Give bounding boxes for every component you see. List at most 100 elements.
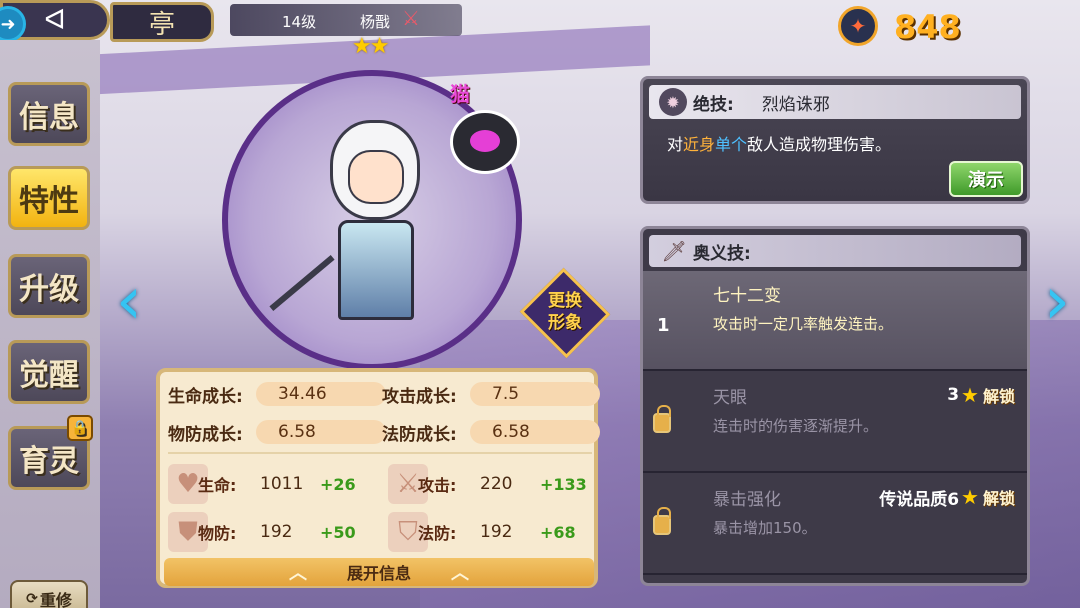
mystic-item[interactable]: 暴击强化 暴击增加150。 传说品质6 ★ 解锁	[643, 475, 1027, 575]
menu-traits-button[interactable]: 特性	[8, 166, 90, 230]
change-look-label[interactable]: 更换 形象	[530, 290, 600, 334]
growth-value: 7.5	[470, 382, 600, 406]
mystic-desc: 暴击增加150。	[713, 519, 817, 537]
menu-nurture-label: 育灵	[19, 444, 79, 479]
growth-mdef-row: 法防成长: 6.58	[382, 418, 600, 446]
growth-label: 法防成长:	[382, 424, 457, 445]
desc-highlight: 单个	[715, 135, 748, 154]
growth-pdef-row: 物防成长: 6.58	[168, 418, 386, 446]
expand-info-label: 展开信息	[346, 564, 411, 583]
mystic-name: 七十二变	[713, 286, 781, 306]
divider	[168, 452, 592, 454]
attr-bonus: +68	[540, 522, 576, 542]
exit-arrow-icon: ➜	[0, 13, 16, 35]
attr-value: 192	[260, 522, 293, 542]
growth-label: 生命成长:	[168, 386, 243, 407]
skill-name: 烈焰诛邪	[761, 94, 830, 115]
mystic-item[interactable]: 1 七十二变 攻击时一定几率触发连击。	[643, 271, 1027, 371]
demo-button[interactable]: 演示	[949, 161, 1023, 197]
blade-icon: 🗡	[661, 239, 687, 263]
rebuild-button[interactable]: ⟳ 重修	[10, 580, 88, 608]
hero-name: 杨戬	[360, 13, 391, 31]
star-icon: ★	[961, 383, 979, 407]
star-icon: ★	[961, 485, 979, 509]
mystic-desc: 连击时的伤害逐渐提升。	[713, 417, 879, 435]
attr-label: 生命:	[198, 476, 237, 495]
mystic-item[interactable]: 天眼 连击时的伤害逐渐提升。 3 ★ 解锁	[643, 373, 1027, 473]
menu-upgrade-label: 升级	[19, 272, 79, 307]
attr-bonus: +50	[320, 522, 356, 542]
attr-mdef-row: ⛉ 法防: 192 +68	[388, 512, 590, 552]
currency-display: ✦ 848	[838, 6, 998, 46]
mystic-desc: 攻击时一定几率触发连击。	[713, 315, 894, 333]
attr-value: 220	[480, 474, 513, 494]
menu-info-button[interactable]: 信息	[8, 82, 90, 146]
rebuild-label: 重修	[39, 591, 72, 608]
menu-nurture-button[interactable]: 育灵 🔒	[8, 415, 93, 490]
attr-pdef-row: ⛊ 物防: 192 +50	[168, 512, 370, 552]
mystic-skills-panel: 🗡 奥义技: 1 七十二变 攻击时一定几率触发连击。 天眼 连击时的伤害逐渐提升…	[640, 226, 1030, 586]
next-hero-arrow[interactable]: ›	[1040, 260, 1074, 340]
skill-header: ✹ 绝技: 烈焰诛邪	[649, 85, 1021, 119]
hero-body	[338, 220, 414, 320]
currency-value: 848	[894, 8, 961, 46]
attr-label: 法防:	[418, 524, 457, 543]
hero-header: 14级 杨戬 ⚔	[230, 4, 462, 36]
attr-label: 物防:	[198, 524, 237, 543]
menu-upgrade-button[interactable]: 升级	[8, 254, 90, 318]
desc-text: 对	[667, 135, 684, 154]
chevron-up-icon: ︿	[288, 563, 307, 584]
unlock-text: 解锁	[982, 489, 1015, 508]
attr-bonus: +133	[540, 474, 587, 494]
desc-text: 敌人造成物理伤害。	[747, 135, 892, 154]
skill-description: 对近身单个敌人造成物理伤害。	[667, 131, 891, 155]
unlock-requirement: 传说品质6 ★ 解锁	[787, 483, 1027, 511]
hero-level: 14级	[282, 13, 317, 31]
attr-value: 192	[480, 522, 513, 542]
refresh-icon: ⟳	[26, 591, 38, 607]
back-arrow-icon: ᐊ	[44, 3, 66, 36]
attr-hp-row: ♥ 生命: 1011 +26	[168, 464, 370, 504]
pavilion-icon: 亭	[148, 9, 175, 40]
mystic-label: 奥义技:	[693, 243, 751, 264]
mystic-name: 暴击强化	[713, 490, 781, 510]
left-menu: 信息 特性 升级 觉醒 育灵 🔒 ⟳ 重修	[0, 40, 100, 608]
home-button[interactable]: 亭	[110, 2, 214, 42]
prev-hero-arrow[interactable]: ‹	[112, 260, 146, 340]
attr-bonus: +26	[320, 474, 356, 494]
unlock-requirement: 3 ★ 解锁	[787, 381, 1027, 409]
growth-value: 6.58	[256, 420, 386, 444]
demo-label: 演示	[968, 170, 1004, 191]
lock-icon	[653, 507, 671, 535]
skill-burst-icon: ✹	[659, 88, 687, 116]
mystic-header: 🗡 奥义技:	[649, 235, 1021, 267]
attr-label: 攻击:	[418, 476, 457, 495]
mystic-index: 1	[657, 315, 670, 336]
menu-awaken-label: 觉醒	[19, 358, 79, 393]
growth-label: 攻击成长:	[382, 386, 457, 407]
expand-info-button[interactable]: ︿ 展开信息 ︿	[164, 558, 594, 586]
stats-panel: 生命成长: 34.46 攻击成长: 7.5 物防成长: 6.58 法防成长: 6…	[156, 368, 600, 588]
growth-value: 6.58	[470, 420, 600, 444]
pet-tag: 猫	[450, 82, 470, 106]
sword-icon: ⚔	[402, 6, 420, 30]
growth-label: 物防成长:	[168, 424, 243, 445]
pet-eye	[470, 130, 500, 152]
attr-atk-row: ⚔ 攻击: 220 +133	[388, 464, 590, 504]
hero-stars: ★★	[352, 34, 389, 59]
unlock-text: 解锁	[982, 387, 1015, 406]
menu-info-label: 信息	[19, 100, 79, 135]
desc-highlight: 近身	[683, 135, 716, 154]
hero-face	[348, 150, 404, 204]
unlock-req: 传说品质6	[879, 489, 960, 510]
energy-icon: ✦	[838, 6, 878, 46]
lock-icon: 🔒	[67, 415, 93, 441]
chevron-up-icon: ︿	[451, 563, 469, 584]
ultimate-skill-panel: ✹ 绝技: 烈焰诛邪 对近身单个敌人造成物理伤害。 演示	[640, 76, 1030, 204]
mystic-name: 天眼	[713, 388, 747, 408]
top-bar: ᐊ ➜ 亭 14级 杨戬 ⚔ ★★ ✦ 848	[0, 0, 1080, 59]
growth-atk-row: 攻击成长: 7.5	[382, 380, 600, 408]
hero-figure	[310, 110, 440, 330]
menu-awaken-button[interactable]: 觉醒	[8, 340, 90, 404]
skill-label: 绝技:	[693, 94, 734, 115]
